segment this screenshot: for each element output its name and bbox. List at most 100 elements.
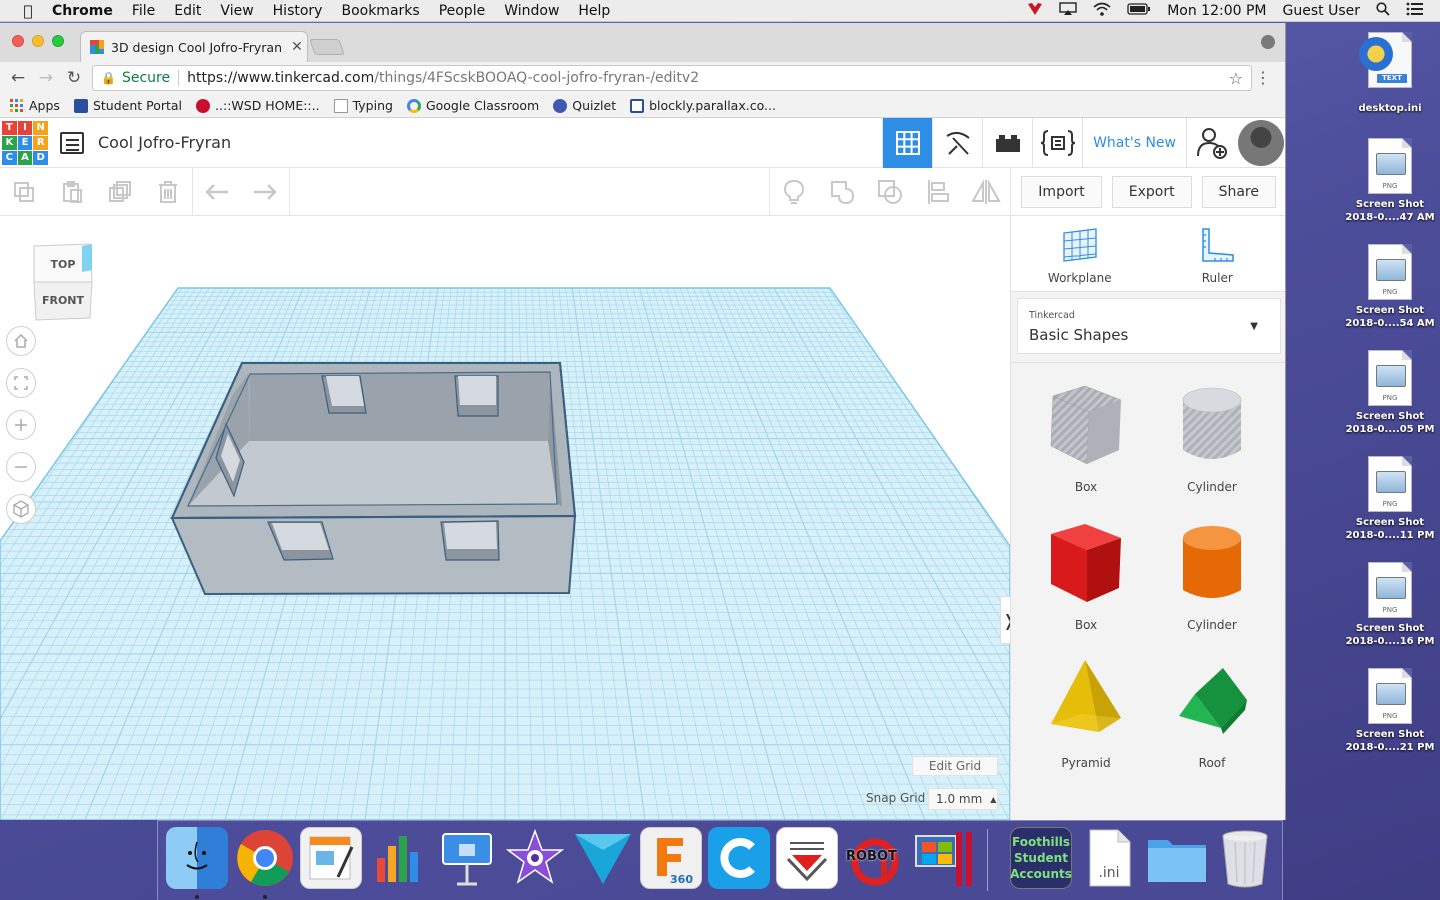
- workplane-tool[interactable]: Workplane: [1011, 216, 1149, 291]
- airplay-icon[interactable]: [1059, 2, 1077, 20]
- user-avatar[interactable]: [1238, 120, 1284, 166]
- forward-arrow-icon[interactable]: →: [32, 68, 60, 88]
- paste-icon[interactable]: [48, 168, 96, 216]
- desktop-screenshot[interactable]: PNG Screen Shot 2018-0....54 AM: [1340, 244, 1440, 330]
- desktop-screenshot[interactable]: PNG Screen Shot 2018-0....05 PM: [1340, 350, 1440, 436]
- bookmark-star-icon[interactable]: ☆: [1229, 69, 1243, 88]
- shape-roof[interactable]: Roof: [1149, 654, 1275, 784]
- whats-new-link[interactable]: What's New: [1082, 118, 1186, 168]
- lego-view-button[interactable]: [982, 118, 1032, 168]
- shape-library-dropdown[interactable]: Tinkercad Basic Shapes ▼: [1017, 298, 1281, 354]
- design-list-icon[interactable]: [60, 131, 84, 154]
- codeblocks-view-button[interactable]: [1032, 118, 1082, 168]
- export-button[interactable]: Export: [1111, 176, 1192, 208]
- chrome-menu-icon[interactable]: ⋮: [1255, 68, 1271, 87]
- desktop-file-ini[interactable]: TEXT desktop.ini: [1340, 32, 1440, 115]
- viewcube-top-label[interactable]: TOP: [51, 258, 76, 271]
- bookmark-typing[interactable]: Typing: [333, 98, 393, 113]
- view-cube[interactable]: TOP FRONT: [30, 242, 96, 322]
- duplicate-icon[interactable]: [96, 168, 144, 216]
- perspective-toggle-icon[interactable]: [6, 494, 36, 524]
- bookmark-student-portal[interactable]: Student Portal: [73, 98, 182, 113]
- new-tab-button[interactable]: [309, 39, 345, 55]
- menubar-user[interactable]: Guest User: [1283, 3, 1360, 19]
- home-view-icon[interactable]: [6, 326, 36, 356]
- back-arrow-icon[interactable]: ←: [4, 68, 32, 88]
- menu-history[interactable]: History: [273, 3, 323, 19]
- prism-app-icon[interactable]: [572, 827, 634, 889]
- redo-icon[interactable]: [241, 168, 289, 216]
- mirror-icon[interactable]: [962, 168, 1010, 216]
- bookmark-wsd-home[interactable]: ..::WSD HOME::..: [196, 98, 320, 113]
- remote-desktop-icon[interactable]: [912, 827, 974, 889]
- fusion-360-icon[interactable]: 360: [640, 827, 702, 889]
- fit-view-icon[interactable]: [6, 368, 36, 398]
- codeblocks-c-icon[interactable]: [708, 827, 770, 889]
- foothills-student-accounts-icon[interactable]: Foothills Student Accounts: [1010, 827, 1072, 889]
- tab-tinkercad[interactable]: 3D design Cool Jofro-Fryran | ✕: [80, 31, 308, 62]
- battery-icon[interactable]: [1127, 3, 1151, 19]
- ungroup-icon[interactable]: [866, 168, 914, 216]
- spotlight-search-icon[interactable]: [1376, 2, 1390, 20]
- shape-box-hole[interactable]: Box: [1023, 376, 1149, 506]
- menu-people[interactable]: People: [439, 3, 486, 19]
- minecraft-view-button[interactable]: [932, 118, 982, 168]
- wifi-icon[interactable]: [1093, 2, 1111, 20]
- chrome-icon[interactable]: [234, 827, 296, 889]
- bookmark-quizlet[interactable]: Quizlet: [553, 98, 616, 113]
- notification-center-icon[interactable]: [1406, 2, 1424, 20]
- shape-cylinder[interactable]: Cylinder: [1149, 516, 1275, 646]
- house-model[interactable]: [170, 362, 577, 596]
- design-title[interactable]: Cool Jofro-Fryran: [98, 133, 231, 152]
- snap-grid-select[interactable]: 1.0 mm ▲: [928, 788, 998, 810]
- undo-icon[interactable]: [193, 168, 241, 216]
- invite-user-button[interactable]: [1186, 118, 1236, 168]
- menubar-clock[interactable]: Mon 12:00 PM: [1167, 3, 1266, 19]
- group-icon[interactable]: [818, 168, 866, 216]
- numbers-icon[interactable]: [368, 827, 430, 889]
- desktop-screenshot[interactable]: PNG Screen Shot 2018-0....16 PM: [1340, 562, 1440, 648]
- zoom-out-icon[interactable]: [6, 452, 36, 482]
- menu-edit[interactable]: Edit: [174, 3, 201, 19]
- shape-cylinder-hole[interactable]: Cylinder: [1149, 376, 1275, 506]
- 3d-design-view-button[interactable]: [882, 118, 933, 168]
- viewcube-front-label[interactable]: FRONT: [42, 294, 85, 307]
- edit-grid-button[interactable]: Edit Grid: [912, 756, 998, 776]
- bookmark-apps[interactable]: Apps: [10, 98, 60, 113]
- menu-view[interactable]: View: [220, 3, 253, 19]
- delete-trash-icon[interactable]: [144, 168, 192, 216]
- apple-icon[interactable]: : [18, 2, 38, 20]
- menu-bookmarks[interactable]: Bookmarks: [341, 3, 419, 19]
- close-window-button[interactable]: [12, 35, 24, 47]
- keynote-icon[interactable]: [436, 827, 498, 889]
- menu-file[interactable]: File: [132, 3, 155, 19]
- download-app-icon[interactable]: [776, 827, 838, 889]
- align-icon[interactable]: [914, 168, 962, 216]
- shape-box[interactable]: Box: [1023, 516, 1149, 646]
- reload-icon[interactable]: ↻: [60, 68, 88, 88]
- menu-app-name[interactable]: Chrome: [52, 3, 113, 19]
- ini-document-icon[interactable]: .ini: [1078, 827, 1140, 889]
- ruler-tool[interactable]: Ruler: [1149, 216, 1286, 291]
- workplane-grid[interactable]: [0, 216, 1010, 820]
- pages-icon[interactable]: [300, 827, 362, 889]
- menu-window[interactable]: Window: [504, 3, 559, 19]
- desktop-screenshot[interactable]: PNG Screen Shot 2018-0....21 PM: [1340, 668, 1440, 754]
- copy-icon[interactable]: [0, 168, 48, 216]
- bookmark-blockly[interactable]: blockly.parallax.co...: [630, 98, 776, 113]
- bookmark-google-classroom[interactable]: Google Classroom: [406, 98, 539, 113]
- minimize-window-button[interactable]: [32, 35, 44, 47]
- share-button[interactable]: Share: [1201, 176, 1276, 208]
- desktop-screenshot[interactable]: PNG Screen Shot 2018-0....11 PM: [1340, 456, 1440, 542]
- address-bar[interactable]: 🔒 Secure https://www.tinkercad.com/thing…: [92, 65, 1252, 91]
- notes-lightbulb-icon[interactable]: [770, 168, 818, 216]
- zoom-window-button[interactable]: [52, 35, 64, 47]
- shape-pyramid[interactable]: Pyramid: [1023, 654, 1149, 784]
- documents-folder-icon[interactable]: [1146, 827, 1208, 889]
- trash-icon[interactable]: [1214, 827, 1276, 889]
- status-app-icon[interactable]: [1027, 2, 1043, 20]
- collapse-panel-chevron-icon[interactable]: ❭: [1000, 596, 1010, 644]
- desktop-screenshot[interactable]: PNG Screen Shot 2018-0....47 AM: [1340, 138, 1440, 224]
- workplane-canvas[interactable]: TOP FRONT Edit Grid Snap Grid 1.0 mm ▲ ❭: [0, 216, 1010, 820]
- zoom-in-icon[interactable]: [6, 410, 36, 440]
